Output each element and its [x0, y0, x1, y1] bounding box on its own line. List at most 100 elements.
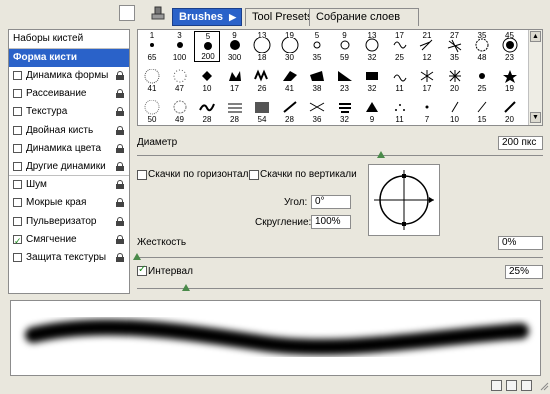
brush-tip-cell[interactable]: 32: [359, 62, 385, 93]
brush-tip-cell[interactable]: 3 100: [167, 31, 193, 62]
spacing-checkbox[interactable]: [137, 264, 147, 276]
brush-tip-cell[interactable]: 19 30: [277, 31, 303, 62]
brush-tip-cell[interactable]: 17 25: [387, 31, 413, 62]
tab-layer-comps[interactable]: Собрание слоев: [309, 8, 419, 26]
option-checkbox[interactable]: [13, 232, 22, 250]
brush-tip-cell[interactable]: 11: [387, 62, 413, 93]
brush-tip-cell[interactable]: 28: [277, 93, 303, 124]
brush-tip-cell[interactable]: 35 48: [469, 31, 495, 62]
lock-icon[interactable]: [116, 71, 124, 80]
brush-tip-cell[interactable]: 32: [332, 93, 358, 124]
brush-tip-cell[interactable]: 19: [497, 62, 523, 93]
brush-tip-cell[interactable]: 13 18: [249, 31, 275, 62]
option-checkbox[interactable]: [13, 125, 22, 135]
hardness-slider-knob[interactable]: [133, 253, 141, 260]
spacing-slider-knob[interactable]: [181, 284, 190, 291]
brush-option-item[interactable]: Защита текстуры: [9, 249, 129, 267]
brush-tip-cell[interactable]: 13 32: [359, 31, 385, 62]
new-icon[interactable]: [506, 380, 517, 391]
brush-tip-cell[interactable]: 9 59: [332, 31, 358, 62]
brush-tip-cell[interactable]: 7: [414, 93, 440, 124]
lock-icon[interactable]: [116, 89, 124, 99]
brush-tip-cell[interactable]: 9 300: [222, 31, 248, 62]
option-checkbox[interactable]: [13, 143, 22, 153]
brush-tip-cell[interactable]: 20: [497, 93, 523, 124]
option-checkbox[interactable]: [13, 180, 22, 190]
lock-icon[interactable]: [116, 143, 124, 153]
lock-icon[interactable]: [116, 234, 124, 244]
brush-tip-cell[interactable]: 41: [277, 62, 303, 93]
brush-tip-cell[interactable]: 25: [469, 62, 495, 93]
brush-tip-cell[interactable]: 17: [414, 62, 440, 93]
brush-tip-cell[interactable]: 49: [167, 93, 193, 124]
brush-tip-cell[interactable]: 28: [222, 93, 248, 124]
brush-option-item[interactable]: Текстура: [9, 103, 129, 121]
roundness-field[interactable]: 100%: [311, 215, 351, 229]
brush-option-item[interactable]: Смягчение: [9, 231, 129, 250]
lock-icon[interactable]: [116, 198, 124, 208]
brush-tip-cell[interactable]: 5 200: [194, 31, 220, 62]
brush-tip-cell[interactable]: 45 23: [497, 31, 523, 62]
brush-tip-cell[interactable]: 23: [332, 62, 358, 93]
brush-tip-cell[interactable]: 28: [194, 93, 220, 124]
option-checkbox[interactable]: [13, 107, 22, 117]
brush-presets-item[interactable]: Наборы кистей: [9, 30, 129, 48]
brush-option-item[interactable]: Шум: [9, 176, 129, 194]
lock-icon[interactable]: [116, 180, 124, 190]
flip-x-checkbox[interactable]: [137, 170, 147, 180]
brush-tip-cell[interactable]: 47: [167, 62, 193, 93]
brush-tip-cell[interactable]: 11: [387, 93, 413, 124]
lock-icon[interactable]: [116, 125, 124, 135]
stamp-icon[interactable]: [148, 4, 166, 22]
option-checkbox[interactable]: [13, 162, 22, 171]
angle-field[interactable]: 0°: [311, 195, 351, 209]
brush-option-item[interactable]: Пульверизатор: [9, 213, 129, 231]
scroll-down-icon[interactable]: ▼: [530, 112, 541, 123]
brush-angle-preview[interactable]: [368, 164, 440, 236]
option-checkbox[interactable]: [13, 216, 22, 226]
brush-tip-cell[interactable]: 20: [442, 62, 468, 93]
spacing-slider-track[interactable]: [137, 288, 543, 289]
diameter-slider-track[interactable]: [137, 155, 543, 156]
brush-tip-cell[interactable]: 5 35: [304, 31, 330, 62]
brush-tip-cell[interactable]: 27 35: [442, 31, 468, 62]
save-icon[interactable]: [491, 380, 502, 391]
brush-option-item[interactable]: Мокрые края: [9, 194, 129, 212]
brush-tip-cell[interactable]: 10: [442, 93, 468, 124]
brush-tip-shape-item[interactable]: Форма кисти: [9, 49, 129, 67]
brush-tip-cell[interactable]: 15: [469, 93, 495, 124]
brush-preset-icon[interactable]: [119, 5, 135, 21]
option-checkbox[interactable]: [13, 89, 22, 99]
option-checkbox[interactable]: [13, 71, 22, 80]
brush-option-item[interactable]: Динамика формы: [9, 67, 129, 85]
brush-option-item[interactable]: Рассеивание: [9, 85, 129, 103]
grid-scrollbar[interactable]: ▲ ▼: [528, 30, 542, 125]
brush-tip-cell[interactable]: 9: [359, 93, 385, 124]
hardness-slider-track[interactable]: [137, 257, 543, 258]
resize-grip-icon[interactable]: [539, 381, 549, 391]
lock-icon[interactable]: [116, 216, 124, 226]
brush-tip-cell[interactable]: 41: [139, 62, 165, 93]
flip-y-checkbox[interactable]: [249, 170, 259, 180]
option-checkbox[interactable]: [13, 198, 22, 208]
diameter-field[interactable]: 200 пкс: [498, 136, 543, 150]
lock-icon[interactable]: [116, 162, 124, 171]
diameter-slider-knob[interactable]: [376, 151, 385, 158]
brush-tip-cell[interactable]: 54: [249, 93, 275, 124]
spacing-field[interactable]: 25%: [505, 265, 543, 279]
brush-tip-cell[interactable]: 36: [304, 93, 330, 124]
brush-tip-cell[interactable]: 26: [249, 62, 275, 93]
tab-brushes[interactable]: Brushes ▶: [172, 8, 242, 26]
brush-option-item[interactable]: Динамика цвета: [9, 140, 129, 158]
brush-tip-cell[interactable]: 21 12: [414, 31, 440, 62]
brush-tip-cell[interactable]: 1 65: [139, 31, 165, 62]
brush-tip-cell[interactable]: 38: [304, 62, 330, 93]
scroll-up-icon[interactable]: ▲: [530, 31, 541, 42]
brush-option-item[interactable]: Другие динамики: [9, 158, 129, 176]
brush-tip-cell[interactable]: 10: [194, 62, 220, 93]
brush-option-item[interactable]: Двойная кисть: [9, 122, 129, 140]
hardness-field[interactable]: 0%: [498, 236, 543, 250]
option-checkbox[interactable]: [13, 253, 22, 262]
brush-tip-cell[interactable]: 50: [139, 93, 165, 124]
trash-icon[interactable]: [521, 380, 532, 391]
